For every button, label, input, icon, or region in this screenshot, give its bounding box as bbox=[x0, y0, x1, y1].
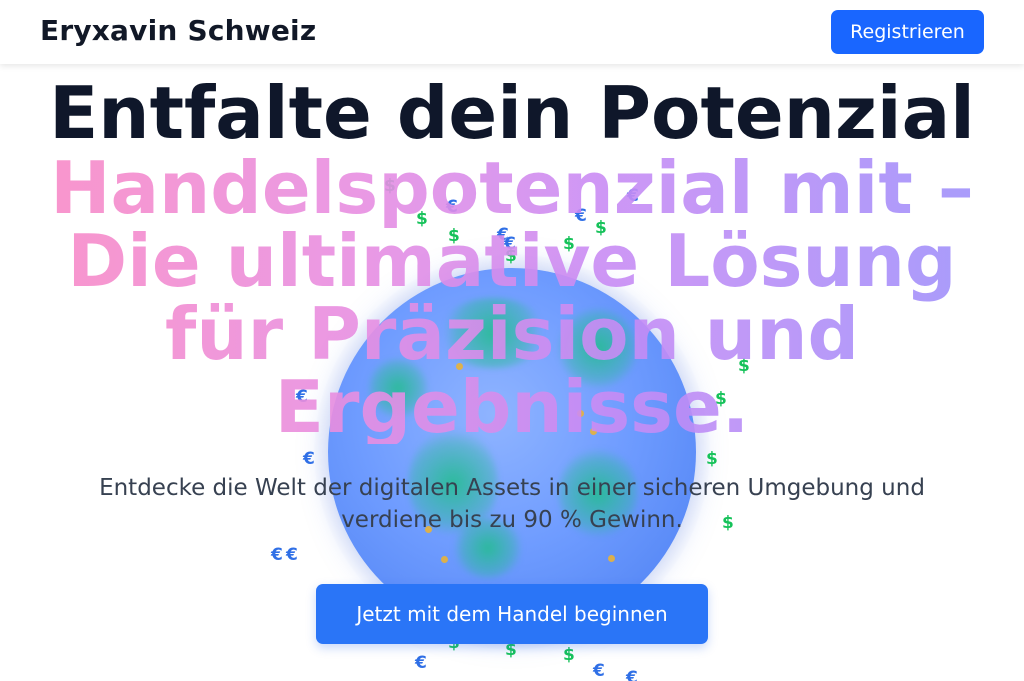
dollar-symbol-icon: $ bbox=[563, 645, 575, 665]
brand-logo-text[interactable]: Eryxavin Schweiz bbox=[40, 14, 316, 47]
hero-gradient-headline: Handelspotenzial mit – Die ultimative Lö… bbox=[40, 152, 984, 444]
register-button[interactable]: Registrieren bbox=[831, 10, 984, 54]
euro-symbol-icon: € bbox=[593, 661, 605, 681]
globe-dot bbox=[441, 556, 448, 563]
euro-symbol-icon: € bbox=[626, 668, 638, 681]
euro-symbol-icon: € bbox=[303, 449, 315, 469]
euro-symbol-icon: € bbox=[415, 653, 427, 673]
hero-subtitle: Entdecke die Welt der digitalen Assets i… bbox=[99, 475, 925, 533]
euro-symbol-icon: € bbox=[271, 545, 283, 565]
site-header: Eryxavin Schweiz Registrieren bbox=[0, 0, 1024, 64]
start-trading-button[interactable]: Jetzt mit dem Handel beginnen bbox=[316, 584, 708, 644]
dollar-symbol-icon: $ bbox=[706, 449, 718, 469]
globe-dot bbox=[608, 555, 615, 562]
hero-title: Entfalte dein Potenzial bbox=[49, 71, 975, 155]
euro-symbol-icon: € bbox=[286, 545, 298, 565]
